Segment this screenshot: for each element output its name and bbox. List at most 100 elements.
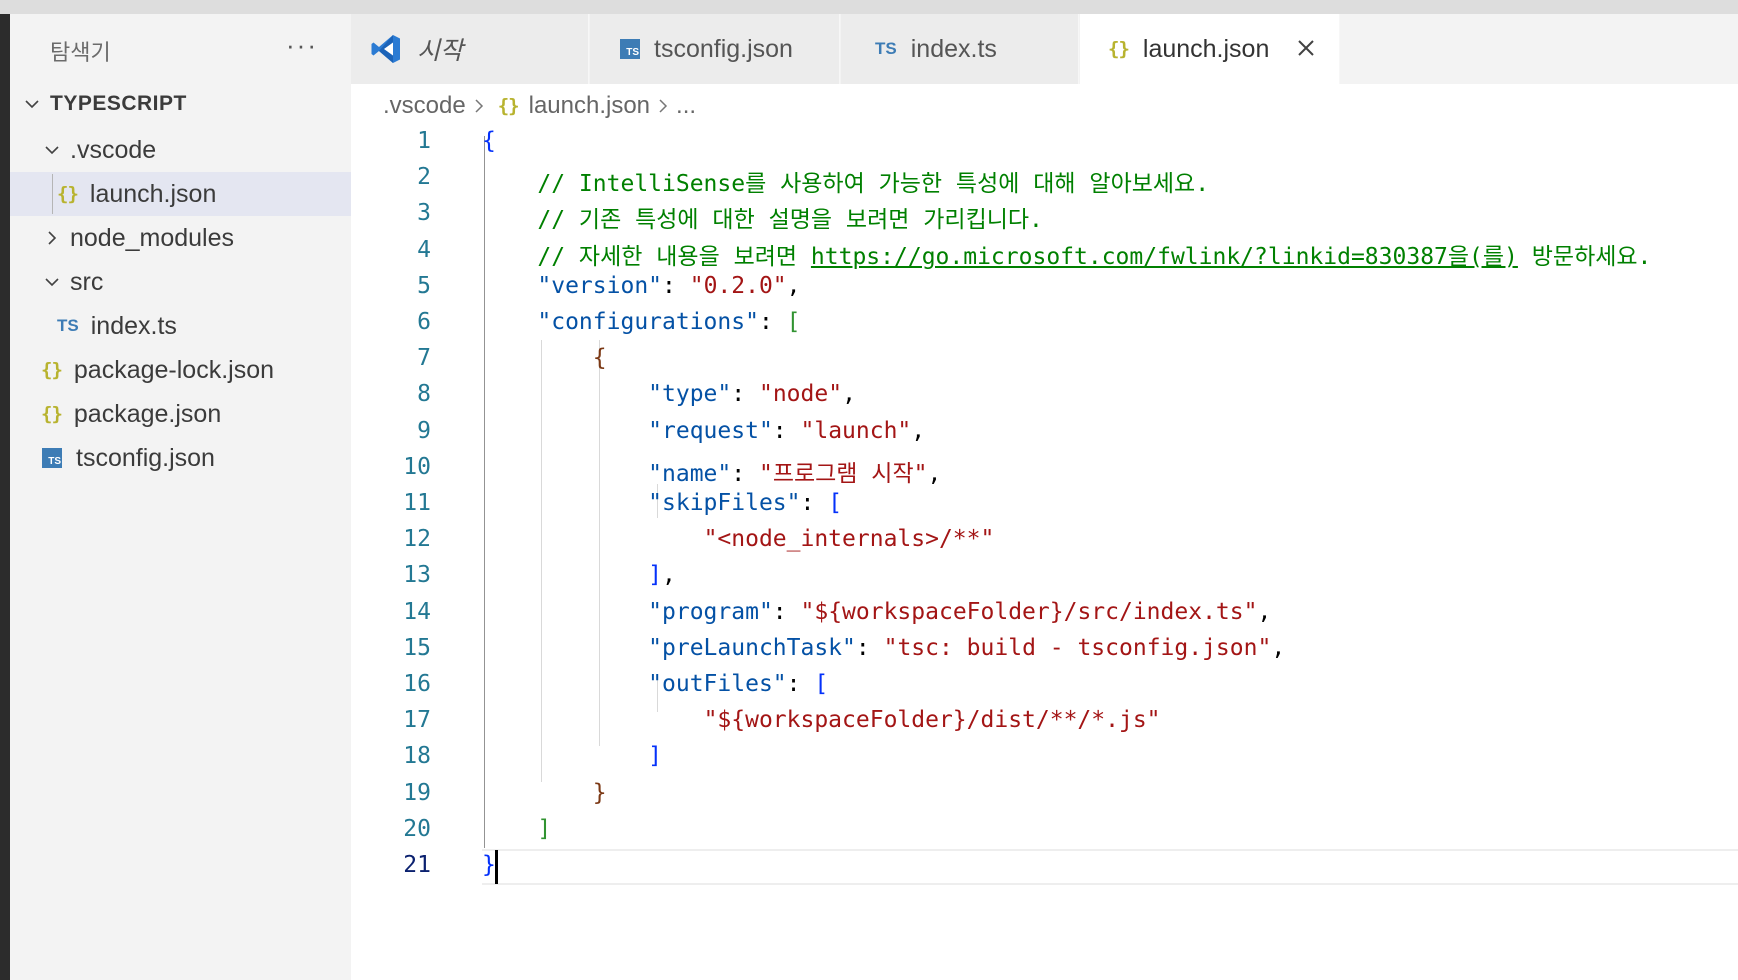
code-token: "<node_internals>/**" (703, 526, 995, 553)
tsconfig-icon: TS (42, 448, 62, 468)
code-token: } (592, 779, 607, 806)
ellipsis-icon[interactable]: ··· (286, 30, 318, 61)
code-token: : (758, 309, 787, 335)
code-line: "skipFiles": [ (482, 490, 842, 516)
code-token: 방문하세요. (1517, 243, 1652, 270)
breadcrumb-item-vscode[interactable]: .vscode (383, 92, 466, 120)
tree-item-vscode-folder[interactable]: .vscode (10, 128, 351, 172)
code-token: "request" (648, 417, 773, 444)
code-token: "0.2.0" (689, 272, 787, 299)
typescript-icon: TS (57, 316, 79, 335)
close-icon[interactable] (1293, 35, 1319, 61)
code-token: , (1271, 634, 1286, 661)
tab-tsconfig-json[interactable]: TS tsconfig.json (590, 14, 840, 84)
code-link[interactable]: https://go.microsoft.com/fwlink/?linkid=… (811, 244, 1518, 270)
code-token: : (772, 598, 801, 625)
line-number: 15 (403, 634, 431, 661)
code-token: "version" (537, 272, 663, 299)
breadcrumb-item-launch-json[interactable]: launch.json (529, 92, 650, 120)
tree-item-label: node_modules (70, 223, 235, 252)
tree-item-label: tsconfig.json (76, 443, 215, 472)
explorer-root-typescript[interactable]: TYPESCRIPT (10, 82, 351, 126)
code-line: // 자세한 내용을 보려면 https://go.microsoft.com/… (482, 237, 1651, 271)
window-top-strip (0, 0, 1738, 14)
tree-item-package-json[interactable]: {} package.json (10, 392, 351, 436)
chevron-right-icon (42, 228, 62, 248)
tab-label: tsconfig.json (654, 34, 793, 63)
code-token: "type" (648, 381, 732, 408)
breadcrumb-item-symbols[interactable]: ... (676, 92, 696, 120)
code-line: } (482, 780, 607, 806)
tree-item-node-modules-folder[interactable]: node_modules (10, 216, 351, 260)
line-number: 4 (417, 236, 431, 263)
line-number: 21 (403, 852, 431, 878)
code-token: "${workspaceFolder}/src/index.ts" (800, 598, 1258, 625)
line-number: 8 (417, 381, 431, 408)
tab-welcome[interactable]: 시작 (351, 14, 589, 84)
code-line: "type": "node", (482, 381, 856, 407)
code-token: "program" (648, 598, 773, 625)
code-line: "outFiles": [ (482, 671, 828, 697)
code-line: { (482, 128, 496, 154)
line-number: 20 (403, 815, 431, 842)
tab-label: launch.json (1142, 34, 1270, 63)
line-number: 1 (417, 128, 431, 154)
code-token: : (731, 460, 759, 487)
chevron-right-icon (650, 98, 676, 114)
line-number: 19 (403, 779, 431, 806)
tree-item-label: src (70, 267, 104, 296)
code-token: // IntelliSense를 사용하여 가능한 특성에 대해 알아보세요. (482, 171, 1210, 198)
code-token: } (482, 852, 496, 878)
code-line: "${workspaceFolder}/dist/**/*.js" (482, 707, 1161, 733)
code-token: [ (814, 671, 829, 697)
tree-item-label: .vscode (70, 135, 157, 164)
line-number: 2 (417, 164, 431, 191)
code-line: ], (482, 562, 676, 588)
tree-item-launch-json[interactable]: {} launch.json (10, 172, 351, 216)
line-number: 17 (403, 707, 431, 734)
code-token: ] (648, 562, 663, 589)
code-line: "request": "launch", (482, 418, 925, 444)
tree-item-label: package-lock.json (73, 355, 275, 384)
code-line: "name": "프로그램 시작", (482, 454, 941, 488)
vscode-logo-icon (369, 32, 403, 66)
line-number: 18 (403, 743, 431, 770)
tree-item-package-lock-json[interactable]: {} package-lock.json (10, 348, 351, 392)
explorer-header: 탐색기 ··· (10, 14, 351, 82)
code-line: { (482, 345, 607, 371)
code-token: "preLaunchTask" (648, 634, 856, 661)
code-token: : (772, 417, 801, 444)
code-token: [ (828, 490, 843, 516)
code-line: "<node_internals>/**" (482, 526, 995, 553)
tree-item-index-ts[interactable]: TS index.ts (10, 304, 351, 348)
explorer-root-label: TYPESCRIPT (50, 92, 187, 115)
code-token: "프로그램 시작" (758, 460, 928, 487)
code-token: : (662, 272, 690, 299)
code-token: : (800, 490, 829, 516)
line-number: 3 (417, 200, 431, 227)
code-line: "configurations": [ (482, 309, 800, 335)
tab-launch-json[interactable]: {} launch.json (1080, 14, 1340, 84)
code-token: , (842, 381, 856, 408)
line-number: 7 (417, 345, 431, 372)
tree-item-src-folder[interactable]: src (10, 260, 351, 304)
chevron-down-icon (22, 94, 42, 114)
editor-tab-bar: 시작 TS tsconfig.json TS index.ts {} launc… (351, 14, 1738, 84)
explorer-title: 탐색기 (50, 41, 111, 66)
code-line: ] (482, 816, 551, 842)
code-editor[interactable]: 1 {2 // IntelliSense를 사용하여 가능한 특성에 대해 알아보… (351, 128, 1738, 980)
tree-item-tsconfig-json[interactable]: TS tsconfig.json (10, 436, 351, 480)
tab-index-ts[interactable]: TS index.ts (841, 14, 1079, 84)
code-line: ] (482, 743, 662, 769)
